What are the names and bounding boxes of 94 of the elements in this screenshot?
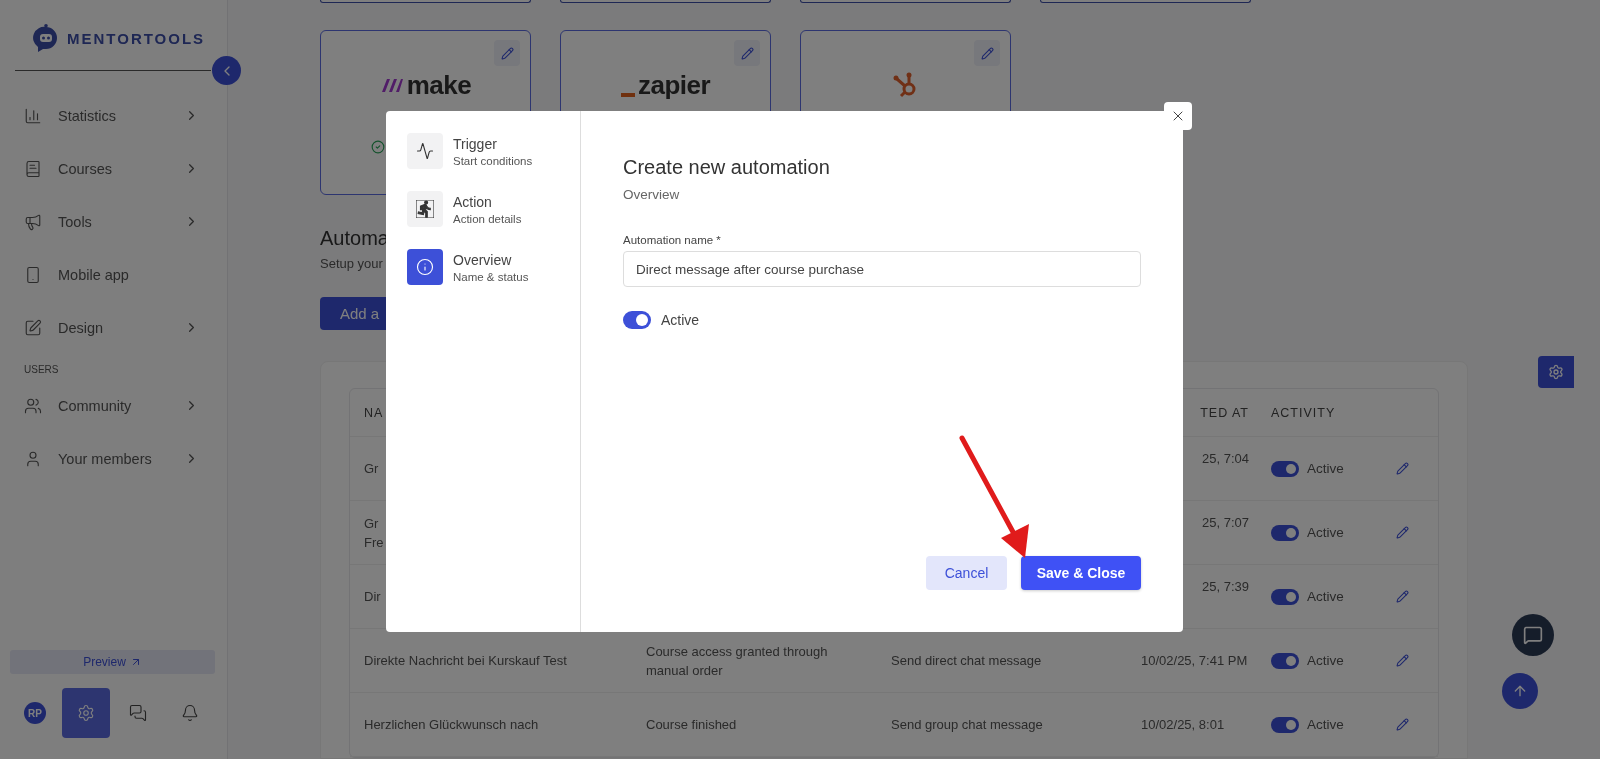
pencil-icon [1396, 590, 1409, 603]
table-cell-text: Course finished [646, 716, 738, 734]
field-label: Automation name * [623, 234, 722, 246]
table-cell-text: 25, 7:04 [1201, 450, 1250, 468]
toggle-switch[interactable] [1271, 588, 1299, 605]
nav-icon [24, 396, 42, 415]
pencil-icon [1396, 462, 1409, 475]
table-cell-text: Send group chat message [891, 716, 1044, 734]
logo-mark-icon [620, 93, 635, 97]
step-item[interactable]: Trigger Start conditions [407, 133, 580, 169]
toggle-switch[interactable] [1271, 652, 1299, 669]
section-heading: USERS [23, 363, 60, 377]
step-title: Action [453, 193, 493, 210]
user-avatar[interactable]: RP [24, 702, 46, 724]
table-cell-text: 10/02/25, 8:01 [1141, 716, 1226, 734]
table-cell-text: Dir [364, 588, 382, 606]
toggle-switch[interactable] [1271, 716, 1299, 733]
section-subtitle: Setup your [320, 256, 383, 271]
pencil-icon [500, 46, 514, 60]
logo-mark-icon [379, 77, 404, 93]
add-automation-button[interactable]: Add a [320, 297, 386, 330]
nav-icon [24, 265, 42, 284]
toggle-switch[interactable] [1271, 460, 1299, 477]
step-item[interactable]: Action Action details [407, 191, 580, 227]
table-cell-text: 10/02/25, 7:41 PM [1141, 652, 1249, 670]
nav-item[interactable]: Design [0, 301, 227, 354]
step-subtitle: Start conditions [453, 154, 533, 167]
toggle-switch[interactable] [1271, 524, 1299, 541]
preview-button[interactable]: Preview [10, 650, 215, 674]
settings-button[interactable] [1538, 356, 1574, 388]
nav-icon [24, 159, 42, 178]
status-label: Active [1307, 717, 1344, 732]
nav-icon [24, 449, 42, 468]
gear-icon [1548, 364, 1564, 380]
edit-button[interactable] [494, 40, 520, 66]
column-header: TED AT [1199, 405, 1250, 420]
step-subtitle: Action details [453, 212, 522, 225]
dialog-title: Create new automation [623, 156, 831, 179]
save-button[interactable]: Save & Close [1021, 556, 1141, 590]
step-title: Trigger [453, 135, 498, 152]
section-title: Automa [320, 227, 389, 250]
table-cell-text: 25, 7:39 [1201, 578, 1250, 596]
step-item[interactable]: Overview Name & status [407, 249, 580, 285]
status-label: Active [1307, 525, 1344, 540]
nav-item[interactable]: Statistics [0, 89, 227, 142]
toggle-label: Active [661, 312, 700, 328]
nav-icon [24, 106, 42, 125]
nav-item[interactable]: Courses [0, 142, 227, 195]
cancel-button[interactable]: Cancel [926, 556, 1007, 590]
brand-name: MENTORTOOLS [67, 29, 206, 47]
status-label: Active [1307, 589, 1344, 604]
status-label: Active [1307, 461, 1344, 476]
nav-item[interactable]: Mobile app [0, 248, 227, 301]
nav-icon [24, 212, 42, 231]
scroll-to-top-button[interactable] [1502, 673, 1538, 709]
input-field[interactable]: Direct message after course purchase [623, 251, 1141, 287]
nav-item[interactable]: Community [0, 379, 227, 432]
gear-icon [77, 704, 95, 722]
nav-item[interactable]: Your members [0, 432, 227, 485]
collapse-sidebar-button[interactable] [212, 56, 241, 85]
robot-logo-icon [33, 24, 59, 52]
table-cell-text: Herzlichen Glückwunsch nach [364, 716, 540, 734]
table-cell-text: Direkte Nachricht bei Kurskauf Test [364, 652, 568, 670]
table-cell-text: Course access granted through manual order [646, 642, 829, 680]
pencil-icon [1396, 718, 1409, 731]
brand-wordmark: make [406, 69, 472, 101]
column-header: NA [364, 405, 385, 420]
running-person-icon [416, 200, 434, 218]
dialog-subtitle: Overview [623, 187, 681, 202]
pencil-icon [1396, 526, 1409, 539]
table-cell-text: Gr [364, 460, 380, 478]
table-cell-text: Send direct chat message [891, 652, 1043, 670]
speech-bubble-icon [1523, 625, 1543, 645]
info-icon [416, 258, 434, 276]
chat-button[interactable] [1512, 614, 1554, 656]
settings-button[interactable] [62, 688, 110, 738]
pencil-icon [740, 46, 754, 60]
edit-button[interactable] [974, 40, 1000, 66]
column-header: ACTIVITY [1271, 405, 1337, 420]
toggle-switch[interactable] [623, 311, 651, 329]
edit-button[interactable] [734, 40, 760, 66]
table-cell-text: 25, 7:07 [1201, 514, 1250, 532]
pulse-icon [416, 142, 434, 160]
step-subtitle: Name & status [453, 270, 529, 283]
speech-bubbles-icon [129, 704, 147, 722]
pencil-icon [980, 46, 994, 60]
nav-item[interactable]: Tools [0, 195, 227, 248]
pencil-icon [1396, 654, 1409, 667]
table-cell-text: Gr Fre [364, 514, 385, 552]
nav-icon [24, 318, 42, 337]
bell-icon [181, 704, 199, 722]
brand-wordmark: zapier [637, 69, 711, 101]
status-label: Active [1307, 653, 1344, 668]
step-title: Overview [453, 251, 513, 268]
